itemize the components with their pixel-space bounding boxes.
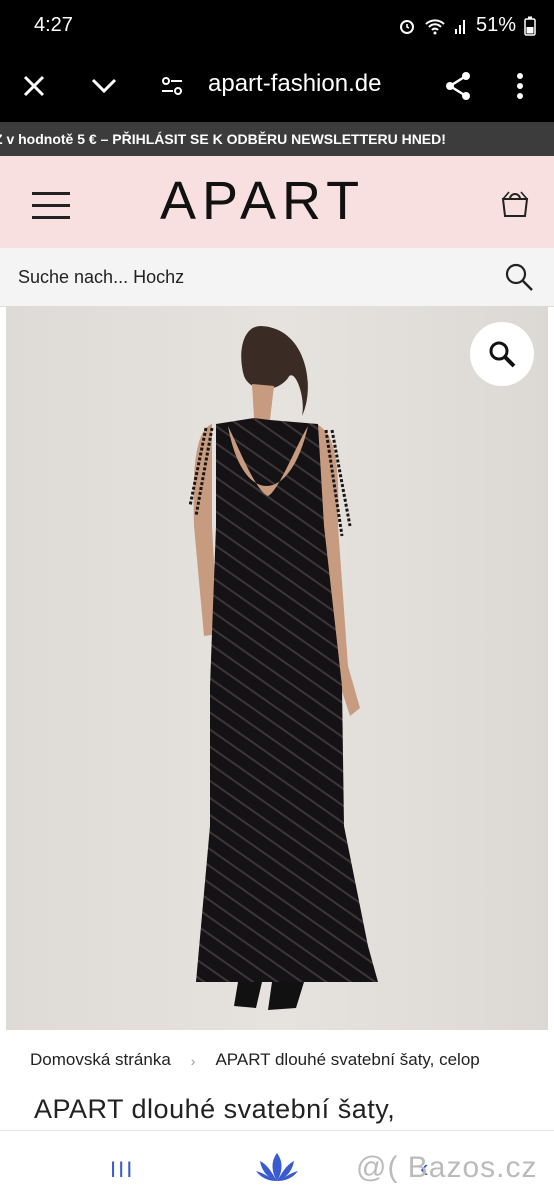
menu-button[interactable] [32, 192, 70, 220]
recents-button[interactable]: III [110, 1157, 134, 1183]
chevron-down-icon [91, 78, 117, 94]
more-options-button[interactable] [500, 66, 540, 106]
breadcrumb: Domovská stránka › APART dlouhé svatební… [30, 1050, 480, 1072]
zoom-button[interactable] [470, 322, 534, 386]
search-button[interactable] [504, 262, 534, 297]
close-icon [23, 75, 45, 97]
site-header: APART [0, 156, 554, 248]
battery-percent: 51% [475, 14, 516, 36]
collapse-button[interactable] [84, 66, 124, 106]
hamburger-line [32, 216, 70, 219]
promo-text: Z v hodnotě 5 € – PŘIHLÁSIT SE K ODBĚRU … [0, 131, 446, 147]
hamburger-line [32, 192, 70, 195]
product-image[interactable] [6, 306, 548, 1030]
cart-button[interactable] [500, 190, 530, 223]
breadcrumb-current: APART dlouhé svatební šaty, celop [215, 1050, 480, 1069]
battery-icon [524, 16, 536, 36]
status-bar: 4:27 51% [0, 0, 554, 50]
lotus-icon [256, 1153, 298, 1181]
status-icons: 51% [398, 14, 536, 37]
promo-banner[interactable]: Z v hodnotě 5 € – PŘIHLÁSIT SE K ODBĚRU … [0, 122, 554, 156]
browser-toolbar: apart-fashion.de [0, 50, 554, 122]
search-input[interactable] [6, 256, 500, 298]
alarm-icon [399, 19, 414, 34]
search-icon [505, 263, 533, 291]
breadcrumb-home[interactable]: Domovská stránka [30, 1050, 171, 1072]
shopping-bag-icon [501, 191, 529, 217]
signal-icon [454, 19, 465, 34]
url-display[interactable]: apart-fashion.de [208, 70, 381, 98]
magnifier-icon [489, 341, 516, 368]
system-nav-bar: III ‹ @( Bazos.cz [0, 1130, 554, 1201]
home-button[interactable] [256, 1151, 298, 1188]
share-button[interactable] [438, 66, 478, 106]
watermark: @( Bazos.cz [356, 1151, 538, 1184]
share-icon [446, 72, 470, 100]
clock: 4:27 [34, 14, 73, 36]
tune-icon [162, 77, 182, 95]
close-tab-button[interactable] [14, 66, 54, 106]
search-bar [0, 248, 554, 307]
dress-photo [6, 306, 548, 1030]
site-logo[interactable]: APART [160, 170, 365, 232]
hamburger-line [32, 204, 70, 207]
wifi-icon [425, 18, 445, 34]
product-title: APART dlouhé svatební šaty, [34, 1094, 396, 1124]
site-settings-button[interactable] [152, 66, 192, 106]
breadcrumb-separator: › [190, 1053, 196, 1069]
more-vert-icon [517, 73, 523, 99]
